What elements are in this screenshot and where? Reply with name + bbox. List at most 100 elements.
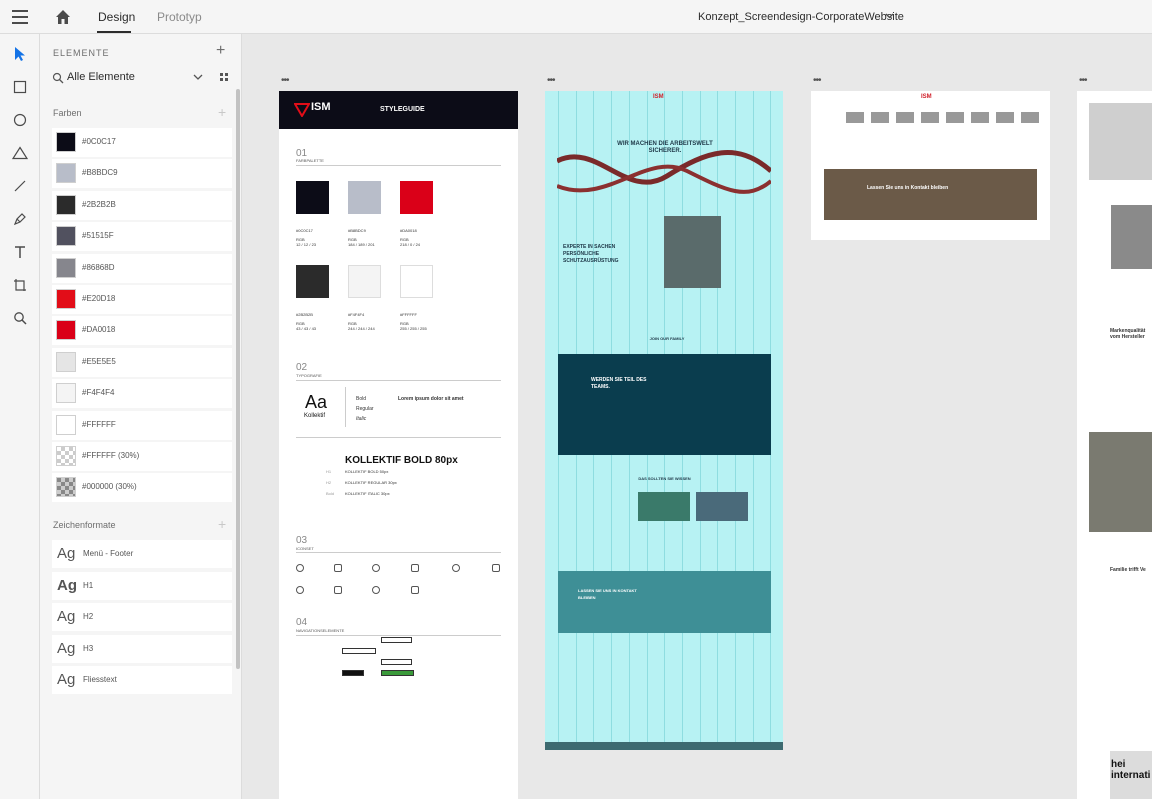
artboard-options-icon[interactable]: ••• [547,76,555,86]
artboard-options-icon[interactable]: ••• [1079,76,1087,86]
color-swatch-row[interactable]: #2B2B2B [52,190,232,220]
worker-photo [1089,432,1152,532]
char-style-label: H3 [83,643,94,653]
color-swatch[interactable] [56,351,76,372]
color-swatch[interactable] [56,446,76,466]
color-swatch-row[interactable]: #86868D [52,253,232,283]
artboard-icon[interactable] [10,275,30,295]
artboard-product-page[interactable]: Markenqualität vom Hersteller Familie tr… [1077,91,1152,799]
category-tile [1021,112,1039,123]
color-swatch-label: #FFFFFF (30%) [82,451,140,460]
color-swatch-row[interactable]: #FFFFFF [52,410,232,440]
select-arrow-icon[interactable] [10,44,30,64]
polygon-icon[interactable] [10,143,30,163]
color-swatch[interactable] [56,163,76,184]
document-title[interactable]: Konzept_Screendesign-CorporateWebsite [698,11,904,23]
color-swatch[interactable] [56,289,76,309]
family-label: JOIN OUR FAMILY [649,336,685,341]
artboard-styleguide[interactable]: ISM STYLEGUIDE 01 FARBPALETTE #0C0C17 RGB… [279,91,518,799]
color-swatch-row[interactable]: #F4F4F4 [52,379,232,409]
section-label: ICONSET [296,546,314,551]
color-swatch[interactable] [56,477,76,498]
text-icon[interactable] [10,242,30,262]
artboard-options-icon[interactable]: ••• [813,76,821,86]
palette-rgb: 244 / 244 / 244 [348,326,375,331]
color-swatch[interactable] [56,414,76,435]
color-swatch-label: #DA0018 [82,325,116,335]
color-swatch-row[interactable]: #FFFFFF (30%) [52,442,232,471]
hamburger-menu-icon[interactable] [12,10,28,24]
category-tile [996,112,1014,123]
artboard-desktop-preview[interactable]: ISM Lassen Sie uns in Kontakt bleiben [811,91,1050,240]
add-char-style-icon[interactable]: + [218,517,226,531]
line-icon[interactable] [10,176,30,196]
grid-view-icon[interactable] [220,73,228,81]
news-photo-1 [638,492,690,521]
color-swatch[interactable] [56,194,76,215]
chevron-down-icon[interactable] [885,13,894,19]
type-sample: Lorem ipsum dolor sit amet [398,396,464,402]
iconset-glyph-icon [334,564,342,572]
char-style-row[interactable]: Ag H1 [52,571,232,600]
color-swatch[interactable] [56,226,76,247]
color-swatch-row[interactable]: #E5E5E5 [52,347,232,377]
partial-heading-1: Markenqualität vom Hersteller [1110,328,1146,340]
type-scale-text: KOLLEKTIF BOLD 50px [345,469,389,474]
char-style-preview: Ag [57,608,76,625]
iconset-glyph-icon [411,586,419,594]
chevron-down-icon[interactable] [193,74,203,80]
type-scale-tag: H1 [326,469,332,474]
color-swatch-label: #E20D18 [82,294,116,303]
color-swatch-label: #51515F [82,231,114,241]
styleguide-title: STYLEGUIDE [380,106,425,113]
color-swatch[interactable] [56,383,76,404]
styleguide-header: ISM STYLEGUIDE [279,91,518,129]
char-style-row[interactable]: Ag Menü - Footer [52,540,232,568]
ellipse-icon[interactable] [10,110,30,130]
color-swatch[interactable] [56,320,76,341]
nav-button-sample [381,670,414,676]
weight-regular: Regular [356,406,374,412]
color-swatch[interactable] [56,132,76,152]
color-swatch-row[interactable]: #E20D18 [52,285,232,314]
char-style-row[interactable]: Ag H3 [52,634,232,663]
add-color-icon[interactable]: + [218,105,226,119]
rectangle-icon[interactable] [10,77,30,97]
iconset-glyph-icon [372,586,380,594]
category-tile [846,112,864,123]
palette-code: #2B2B2B [296,312,313,317]
add-asset-icon[interactable]: + [216,43,225,59]
color-swatch-row[interactable]: #000000 (30%) [52,473,232,503]
tab-prototype[interactable]: Prototyp [157,10,202,24]
color-swatch-label: #FFFFFF [82,419,116,429]
artboard-homepage[interactable]: ISM WIR MACHEN DIE ARBEITSWELT SICHERER.… [545,91,783,750]
smallboard-logo: ISM [921,94,932,100]
home-icon[interactable] [54,8,72,26]
homepage-footer-bar [545,742,783,750]
color-swatch-row[interactable]: #51515F [52,222,232,252]
shield-logo-icon [294,103,310,117]
zoom-icon[interactable] [10,308,30,328]
nav-button-sample [342,670,364,676]
panel-scrollbar[interactable] [236,89,240,669]
color-swatch[interactable] [56,257,76,278]
artboard-options-icon[interactable]: ••• [281,76,289,86]
divider [345,387,346,427]
type-specimen: Aa [305,392,328,412]
palette-swatch [296,265,329,298]
hero-photo [1089,103,1152,180]
color-swatch-row[interactable]: #0C0C17 [52,128,232,157]
color-swatch-row[interactable]: #B8BDC9 [52,159,232,189]
search-icon[interactable] [52,72,64,84]
asset-filter-select[interactable]: Alle Elemente [67,71,135,83]
pen-icon[interactable] [10,209,30,229]
tab-design[interactable]: Design [98,10,135,24]
color-swatch-row[interactable]: #DA0018 [52,316,232,346]
nav-button-sample [381,659,412,665]
char-style-row[interactable]: Ag H2 [52,603,232,631]
type-scale-tag: Bold [326,491,335,496]
type-scale-text: KOLLEKTIF ITALIC 30px [345,491,390,496]
char-style-row[interactable]: Ag Fliesstext [52,666,232,694]
heading-sample: KOLLEKTIF BOLD 80px [345,455,458,466]
palette-rgb: 218 / 0 / 24 [400,242,421,247]
